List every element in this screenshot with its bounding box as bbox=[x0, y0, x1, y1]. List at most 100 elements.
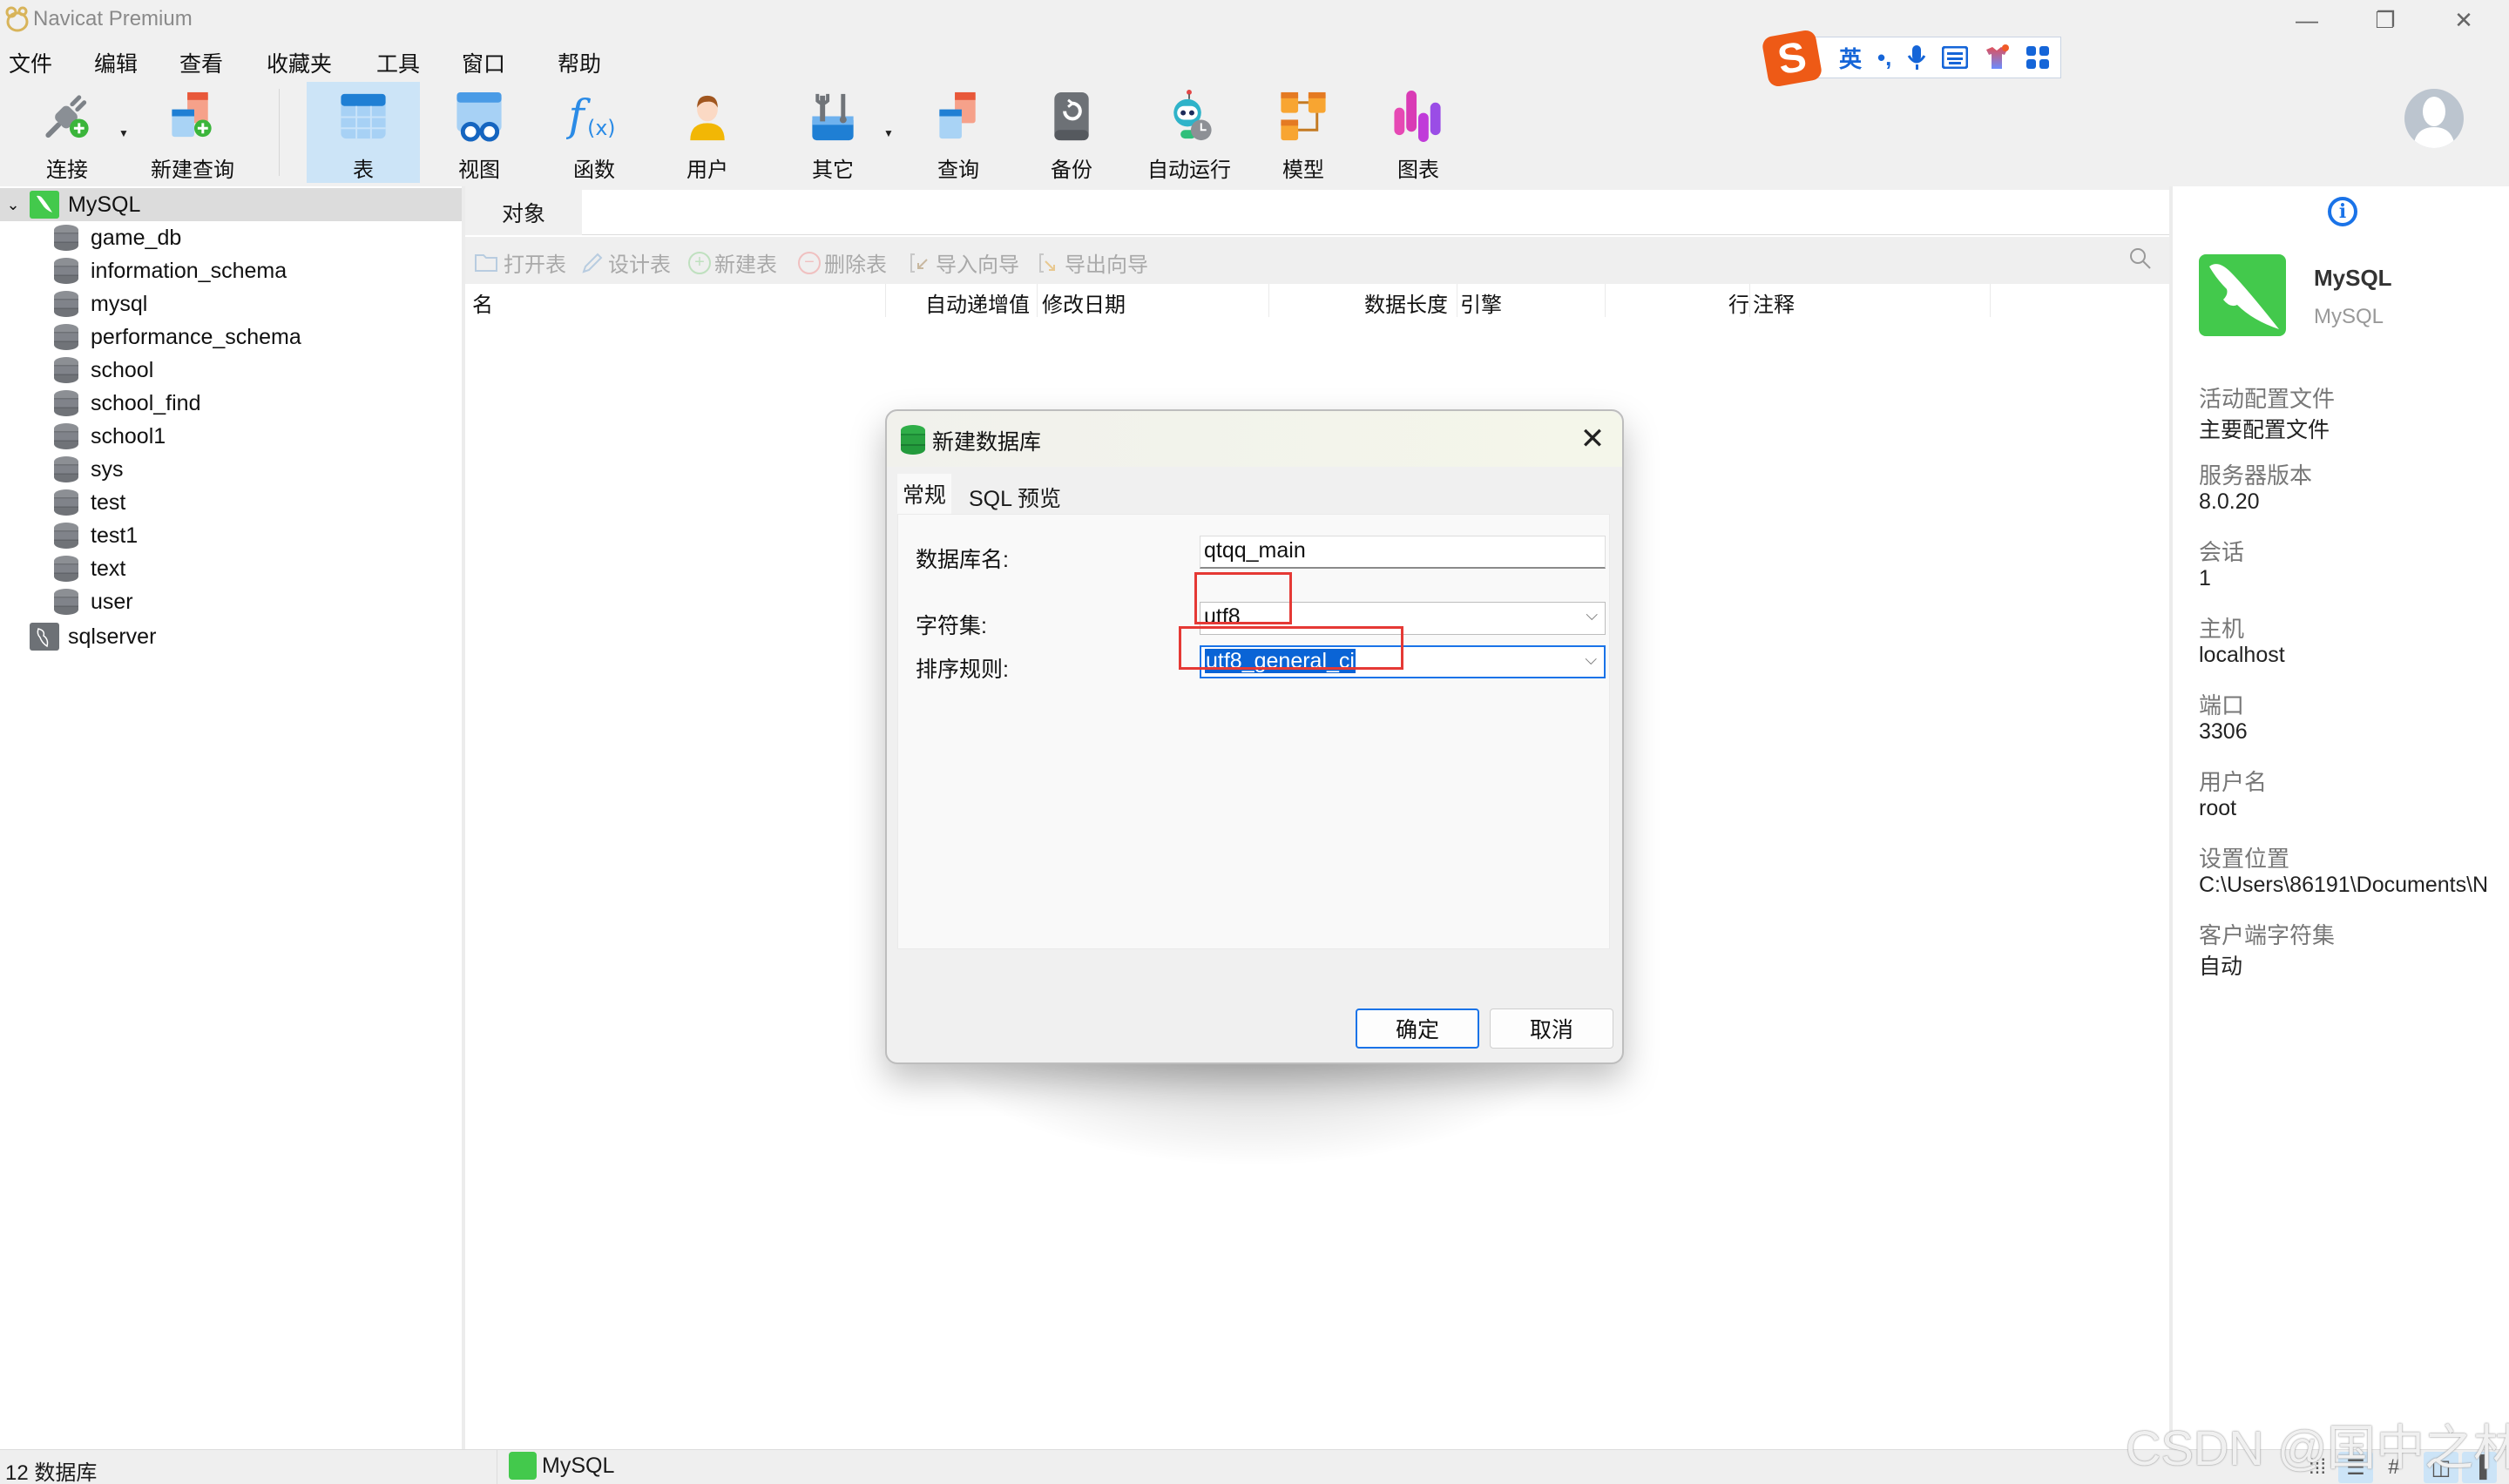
menu-view[interactable]: 查看 bbox=[172, 44, 230, 82]
new-query-button[interactable]: 新建查询 bbox=[145, 82, 240, 183]
menu-bar: 文件 编辑 查看 收藏夹 工具 窗口 帮助 bbox=[0, 44, 784, 80]
open-table-button[interactable]: 打开表 bbox=[474, 247, 566, 278]
dialog-title: 新建数据库 bbox=[932, 430, 1042, 455]
info-value: root bbox=[2199, 796, 2237, 820]
function-button[interactable]: f (x) 函数 bbox=[558, 82, 631, 183]
query-icon bbox=[939, 91, 976, 139]
database-icon bbox=[54, 390, 78, 416]
tree-database-item[interactable]: mysql bbox=[0, 287, 462, 320]
skin-icon[interactable] bbox=[1984, 44, 2010, 71]
tree-connection-mysql[interactable]: ⌄ MySQL bbox=[0, 188, 462, 221]
connection-tree: ⌄ MySQL game_db information_schema mysql pe… bbox=[0, 186, 462, 1449]
tree-database-item[interactable]: school1 bbox=[0, 420, 462, 453]
menu-file[interactable]: 文件 bbox=[2, 44, 59, 82]
chart-button[interactable]: 图表 bbox=[1383, 82, 1453, 183]
restore-button[interactable]: ❐ bbox=[2349, 0, 2422, 40]
column-comment[interactable]: 注释 bbox=[1753, 287, 1795, 318]
cancel-button[interactable]: 取消 bbox=[1490, 1008, 1613, 1049]
tree-connection-sqlserver[interactable]: sqlserver bbox=[0, 620, 462, 653]
info-label: 客户端字符集 bbox=[2199, 922, 2336, 948]
info-value: 8.0.20 bbox=[2199, 489, 2260, 514]
connection-name: MySQL bbox=[68, 192, 141, 217]
connect-dropdown-icon[interactable]: ▼ bbox=[118, 127, 129, 139]
info-label: 活动配置文件 bbox=[2199, 386, 2336, 412]
avatar-icon bbox=[2413, 97, 2455, 148]
query-label: 查询 bbox=[937, 159, 979, 182]
minimize-button[interactable]: — bbox=[2270, 0, 2343, 40]
export-wizard-button[interactable]: 导出向导 bbox=[1037, 247, 1148, 278]
tree-database-item[interactable]: sys bbox=[0, 453, 462, 486]
keyboard-icon[interactable] bbox=[1942, 46, 1969, 69]
menu-help[interactable]: 帮助 bbox=[551, 44, 608, 82]
tree-database-item[interactable]: information_schema bbox=[0, 254, 462, 287]
column-rows[interactable]: 行 bbox=[1728, 287, 1749, 318]
automation-button[interactable]: 自动运行 bbox=[1141, 82, 1237, 183]
info-label: 会话 bbox=[2199, 539, 2245, 565]
dialog-close-button[interactable]: ✕ bbox=[1575, 422, 1610, 456]
tab-sql-preview[interactable]: SQL 预览 bbox=[951, 479, 1079, 516]
close-window-button[interactable]: ✕ bbox=[2427, 0, 2500, 40]
menu-window[interactable]: 窗口 bbox=[455, 44, 512, 82]
info-icon[interactable]: i bbox=[2328, 197, 2357, 226]
new-query-icon bbox=[172, 91, 212, 138]
other-dropdown-icon[interactable]: ▼ bbox=[883, 127, 894, 139]
new-table-button[interactable]: + 新建表 bbox=[688, 247, 777, 278]
tab-general[interactable]: 常规 bbox=[897, 474, 951, 514]
ime-punct-icon[interactable]: •, bbox=[1877, 44, 1891, 71]
column-name[interactable]: 名 bbox=[472, 287, 493, 318]
import-wizard-button[interactable]: 导入向导 bbox=[908, 247, 1019, 278]
export-icon bbox=[1039, 253, 1055, 273]
other-button[interactable]: 其它 bbox=[798, 82, 868, 183]
ime-bar: 英 •, bbox=[1800, 37, 2061, 78]
db-name-input[interactable]: qtqq_main bbox=[1200, 536, 1606, 569]
tree-database-item[interactable]: performance_schema bbox=[0, 320, 462, 354]
connect-button[interactable]: 连接 bbox=[31, 82, 103, 183]
backup-button[interactable]: 备份 bbox=[1037, 82, 1106, 183]
apps-icon[interactable] bbox=[2025, 45, 2050, 70]
column-engine[interactable]: 引擎 bbox=[1460, 287, 1502, 318]
menu-tools[interactable]: 工具 bbox=[369, 44, 427, 82]
user-icon bbox=[690, 95, 725, 141]
tab-objects[interactable]: 对象 bbox=[465, 190, 582, 235]
column-auto-increment[interactable]: 自动递增值 bbox=[925, 287, 1030, 318]
info-panel: i MySQL MySQL 活动配置文件 主要配置文件 服务器版本 8.0.20 会话 1… bbox=[2173, 186, 2509, 1449]
database-count: 12 数据库 bbox=[5, 1461, 98, 1484]
tree-database-item[interactable]: test1 bbox=[0, 519, 462, 552]
mic-icon[interactable] bbox=[1907, 44, 1926, 71]
other-label: 其它 bbox=[812, 159, 854, 182]
tools-icon bbox=[812, 93, 854, 141]
user-button[interactable]: 用户 bbox=[673, 82, 742, 183]
query-button[interactable]: 查询 bbox=[923, 82, 993, 183]
tree-database-item[interactable]: test bbox=[0, 486, 462, 519]
user-avatar[interactable] bbox=[2404, 89, 2464, 148]
design-table-button[interactable]: 设计表 bbox=[580, 247, 671, 278]
tree-database-item[interactable]: game_db bbox=[0, 221, 462, 254]
tree-database-item[interactable]: school bbox=[0, 354, 462, 387]
info-label: 主机 bbox=[2199, 616, 2245, 642]
tree-database-item[interactable]: school_find bbox=[0, 387, 462, 420]
annotation-box-charset bbox=[1194, 572, 1292, 624]
folder-open-icon bbox=[475, 253, 497, 272]
database-name: sys bbox=[91, 456, 124, 482]
table-button[interactable]: 表 bbox=[307, 82, 420, 183]
tree-database-item[interactable]: user bbox=[0, 585, 462, 618]
view-button[interactable]: 视图 bbox=[444, 82, 514, 183]
delete-table-button[interactable]: − 删除表 bbox=[798, 247, 887, 278]
search-icon[interactable] bbox=[2127, 246, 2154, 272]
ok-button[interactable]: 确定 bbox=[1356, 1008, 1479, 1049]
menu-favorites[interactable]: 收藏夹 bbox=[260, 44, 339, 82]
column-data-length[interactable]: 数据长度 bbox=[1364, 287, 1448, 318]
main-toolbar: 连接 ▼ 新建查询 表 视图 f (x) 函数 用户 其它 ▼ 查询 备份 自动… bbox=[0, 80, 2509, 185]
chevron-down-icon[interactable]: ⌄ bbox=[0, 196, 26, 214]
column-modified-date[interactable]: 修改日期 bbox=[1042, 287, 1126, 318]
ime-mode[interactable]: 英 bbox=[1839, 42, 1862, 74]
view-icon bbox=[456, 91, 502, 142]
model-button[interactable]: 模型 bbox=[1268, 82, 1338, 183]
database-icon bbox=[54, 291, 78, 317]
dialog-title-bar[interactable]: 新建数据库 ✕ bbox=[887, 411, 1622, 467]
database-icon bbox=[54, 258, 78, 284]
tree-database-item[interactable]: text bbox=[0, 552, 462, 585]
database-name: text bbox=[91, 556, 126, 581]
menu-edit[interactable]: 编辑 bbox=[87, 44, 145, 82]
sogou-logo-icon[interactable]: S bbox=[1761, 29, 1823, 88]
